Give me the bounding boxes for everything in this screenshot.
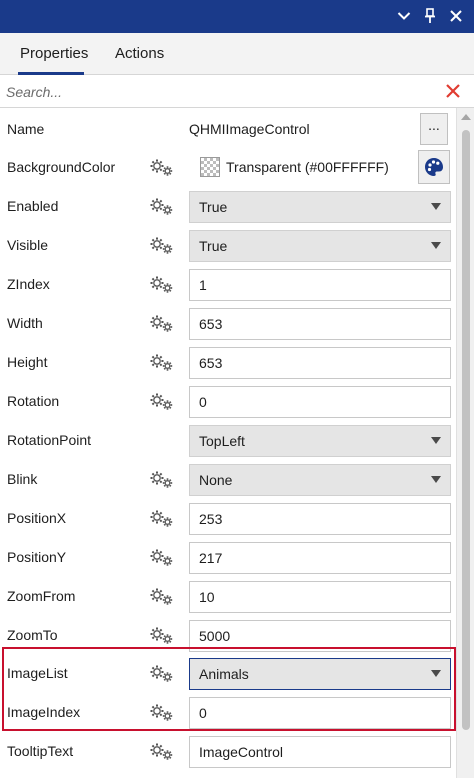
dropdown-arrow-icon: [431, 476, 441, 483]
zoomfrom-input[interactable]: 10: [189, 581, 451, 613]
tab-properties[interactable]: Properties: [20, 33, 88, 75]
gear-icon[interactable]: [149, 314, 175, 334]
property-row-zoomfrom: ZoomFrom 10: [0, 577, 456, 615]
gear-icon[interactable]: [149, 470, 175, 490]
search-input[interactable]: [6, 80, 426, 104]
property-row-imagelist: ImageList Animals: [0, 654, 456, 692]
property-label: ImageList: [7, 665, 68, 681]
dropdown-value: TopLeft: [199, 433, 245, 449]
property-label: BackgroundColor: [7, 159, 116, 175]
property-row-name: Name QHMIImageControl ...: [0, 110, 456, 148]
property-label: ZIndex: [7, 276, 50, 292]
scroll-thumb[interactable]: [462, 130, 470, 730]
property-row-blink: Blink None: [0, 460, 456, 498]
property-row-rotation: Rotation 0: [0, 382, 456, 420]
name-browse-button[interactable]: ...: [420, 113, 448, 145]
blink-dropdown[interactable]: None: [189, 464, 451, 496]
property-row-enabled: Enabled True: [0, 187, 456, 225]
zoomto-input[interactable]: 5000: [189, 620, 451, 652]
visible-dropdown[interactable]: True: [189, 230, 451, 262]
property-row-zoomto: ZoomTo 5000: [0, 616, 456, 654]
property-label: Name: [7, 121, 45, 137]
property-label: ImageIndex: [7, 704, 81, 720]
dropdown-value: True: [199, 238, 228, 254]
dropdown-value: True: [199, 199, 228, 215]
property-label: Rotation: [7, 393, 60, 409]
property-label: Enabled: [7, 198, 59, 214]
height-input[interactable]: 653: [189, 347, 451, 379]
transparent-swatch-icon: [200, 157, 220, 177]
palette-icon: [425, 158, 443, 176]
property-label: PositionY: [7, 549, 67, 565]
rotationpoint-dropdown[interactable]: TopLeft: [189, 425, 451, 457]
property-row-rotationpoint: RotationPoint TopLeft: [0, 421, 456, 459]
property-label: ZoomFrom: [7, 588, 76, 604]
width-input[interactable]: 653: [189, 308, 451, 340]
zindex-input[interactable]: 1: [189, 269, 451, 301]
gear-icon[interactable]: [149, 587, 175, 607]
dropdown-value: Animals: [199, 666, 249, 682]
vertical-scrollbar[interactable]: [456, 108, 474, 778]
clear-search-icon[interactable]: [444, 82, 462, 100]
positiony-input[interactable]: 217: [189, 542, 451, 574]
property-label: RotationPoint: [7, 432, 92, 448]
property-row-visible: Visible True: [0, 226, 456, 264]
gear-icon[interactable]: [149, 703, 175, 723]
property-label: ZoomTo: [7, 627, 58, 643]
property-row-zindex: ZIndex 1: [0, 265, 456, 303]
gear-icon[interactable]: [149, 275, 175, 295]
property-row-width: Width 653: [0, 304, 456, 342]
property-row-positiony: PositionY 217: [0, 538, 456, 576]
tab-strip: Properties Actions: [0, 33, 474, 75]
gear-icon[interactable]: [149, 197, 175, 217]
gear-icon[interactable]: [149, 664, 175, 684]
enabled-dropdown[interactable]: True: [189, 191, 451, 223]
gear-icon[interactable]: [149, 392, 175, 412]
property-row-backgroundcolor: BackgroundColor Transparent (#00FFFFFF): [0, 148, 456, 186]
positionx-input[interactable]: 253: [189, 503, 451, 535]
gear-icon[interactable]: [149, 236, 175, 256]
search-row: [0, 76, 474, 108]
property-row-height: Height 653: [0, 343, 456, 381]
tooltiptext-input[interactable]: ImageControl: [189, 736, 451, 768]
property-label: PositionX: [7, 510, 67, 526]
rotation-input[interactable]: 0: [189, 386, 451, 418]
dropdown-value: None: [199, 472, 233, 488]
property-row-imageindex: ImageIndex 0: [0, 693, 456, 731]
property-label: Visible: [7, 237, 48, 253]
dropdown-arrow-icon: [431, 203, 441, 210]
property-grid: Name QHMIImageControl ... BackgroundColo…: [0, 108, 456, 778]
close-icon[interactable]: [445, 4, 467, 28]
property-row-tooltiptext: TooltipText ImageControl: [0, 732, 456, 770]
panel-title-bar: [0, 0, 474, 33]
gear-icon[interactable]: [149, 509, 175, 529]
color-picker-button[interactable]: [418, 150, 450, 184]
property-label: TooltipText: [7, 743, 74, 759]
property-label: Blink: [7, 471, 38, 487]
property-row-positionx: PositionX 253: [0, 499, 456, 537]
imagelist-dropdown[interactable]: Animals: [189, 658, 451, 690]
gear-icon[interactable]: [149, 158, 175, 178]
gear-icon[interactable]: [149, 626, 175, 646]
pin-icon[interactable]: [419, 4, 441, 28]
dropdown-arrow-icon: [431, 242, 441, 249]
active-tab-indicator: [18, 72, 84, 75]
property-label: Width: [7, 315, 43, 331]
dropdown-arrow-icon: [431, 670, 441, 677]
name-value: QHMIImageControl: [189, 121, 310, 137]
dropdown-arrow-icon: [431, 437, 441, 444]
property-label: Height: [7, 354, 48, 370]
tab-actions[interactable]: Actions: [115, 33, 164, 75]
chevron-down-icon[interactable]: [393, 4, 415, 28]
imageindex-input[interactable]: 0: [189, 697, 451, 729]
backgroundcolor-value: Transparent (#00FFFFFF): [226, 159, 389, 175]
gear-icon[interactable]: [149, 742, 175, 762]
scroll-up-icon[interactable]: [461, 114, 471, 120]
gear-icon[interactable]: [149, 548, 175, 568]
gear-icon[interactable]: [149, 353, 175, 373]
